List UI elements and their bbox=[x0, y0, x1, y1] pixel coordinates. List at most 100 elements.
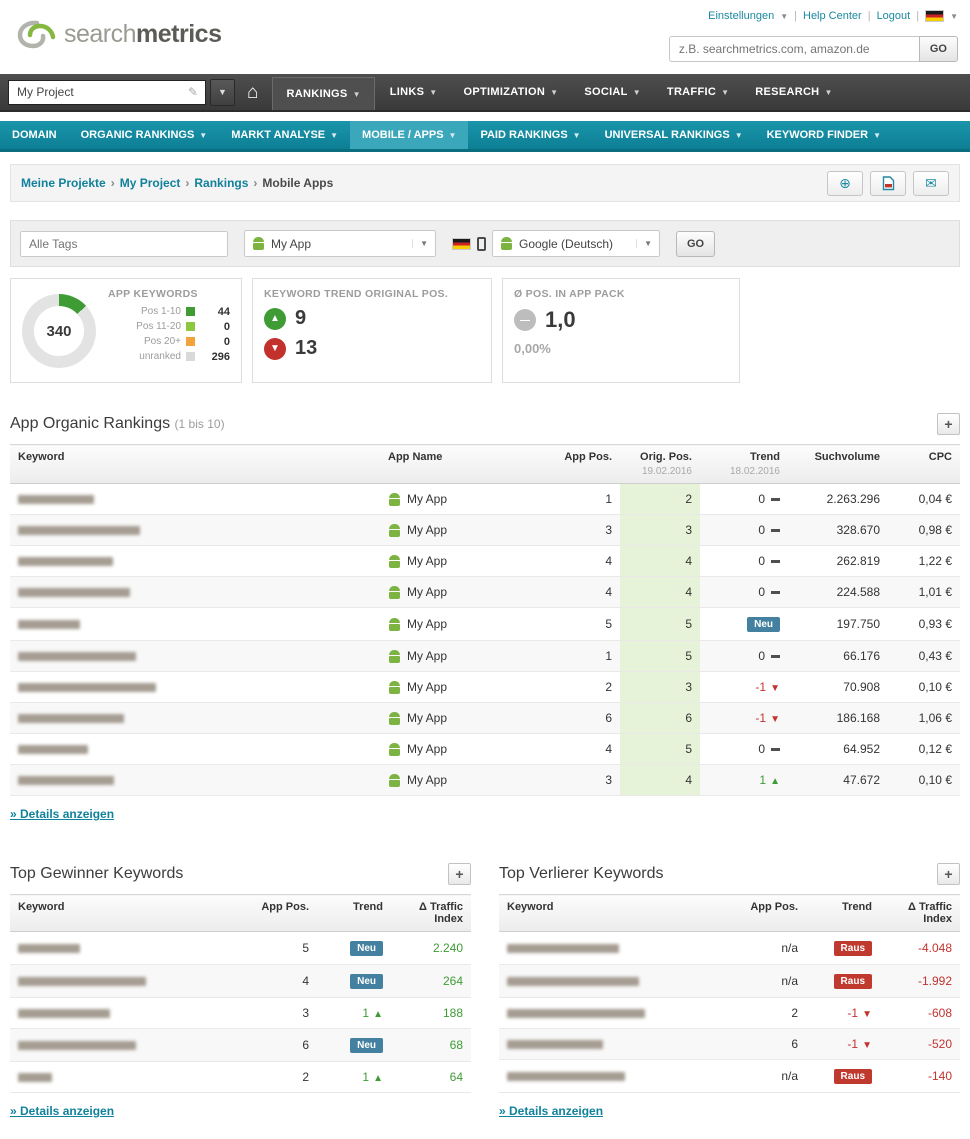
chevron-down-icon: ▼ bbox=[633, 88, 641, 97]
app-select[interactable]: My App ▼ bbox=[244, 230, 436, 257]
keyword-blurred bbox=[507, 1072, 625, 1081]
col-keyword[interactable]: Keyword bbox=[10, 445, 380, 484]
col-app-pos[interactable]: App Pos. bbox=[540, 445, 620, 484]
table-row[interactable]: My App 1 5 0 66.176 0,43 € bbox=[10, 641, 960, 672]
table-row[interactable]: My App 5 5 Neu 197.750 0,93 € bbox=[10, 608, 960, 641]
nav-optimization[interactable]: OPTIMIZATION▼ bbox=[451, 74, 572, 110]
table-row[interactable]: 6 -1▼ -520 bbox=[499, 1029, 960, 1060]
chevron-down-icon: ▼ bbox=[824, 88, 832, 97]
edit-pencil-icon[interactable]: ✎ bbox=[188, 85, 198, 99]
home-icon[interactable]: ⌂ bbox=[235, 83, 270, 102]
table-row[interactable]: My App 2 3 -1▼ 70.908 0,10 € bbox=[10, 672, 960, 703]
table-row[interactable]: My App 4 4 0 262.819 1,22 € bbox=[10, 546, 960, 577]
domain-search-go-button[interactable]: GO bbox=[919, 36, 958, 62]
domain-search-input[interactable] bbox=[669, 36, 919, 62]
subnav-domain[interactable]: DOMAIN bbox=[0, 121, 69, 149]
table-row[interactable]: My App 4 5 0 64.952 0,12 € bbox=[10, 734, 960, 765]
col-keyword[interactable]: Keyword bbox=[10, 895, 249, 932]
col-cpc[interactable]: CPC bbox=[888, 445, 960, 484]
settings-link[interactable]: Einstellungen bbox=[708, 10, 774, 22]
email-report-button[interactable]: ✉ bbox=[913, 171, 949, 196]
table-row[interactable]: n/a Raus -1.992 bbox=[499, 965, 960, 998]
subnav-keyword-finder[interactable]: KEYWORD FINDER▼ bbox=[755, 121, 893, 149]
language-flag-icon[interactable] bbox=[925, 10, 944, 22]
col-delta-traffic[interactable]: Δ Traffic Index bbox=[391, 895, 471, 932]
table-row[interactable]: n/a Raus -140 bbox=[499, 1060, 960, 1093]
breadcrumb-separator: › bbox=[111, 176, 115, 190]
add-widget-button[interactable]: + bbox=[937, 413, 960, 435]
filter-go-button[interactable]: GO bbox=[676, 231, 715, 257]
col-suchvolume[interactable]: Suchvolume bbox=[788, 445, 888, 484]
nav-links[interactable]: LINKS▼ bbox=[377, 74, 451, 110]
col-app-pos[interactable]: App Pos. bbox=[738, 895, 806, 932]
col-app-name[interactable]: App Name bbox=[380, 445, 540, 484]
col-trend[interactable]: Trend bbox=[806, 895, 880, 932]
subnav-universal-rankings[interactable]: UNIVERSAL RANKINGS▼ bbox=[593, 121, 755, 149]
nav-rankings[interactable]: RANKINGS▼ bbox=[272, 77, 374, 110]
search-engine-select[interactable]: Google (Deutsch) ▼ bbox=[492, 230, 660, 257]
breadcrumb-rankings[interactable]: Rankings bbox=[194, 176, 248, 190]
tags-filter-input[interactable] bbox=[20, 231, 228, 257]
table-row[interactable]: 6 Neu 68 bbox=[10, 1029, 471, 1062]
table-row[interactable]: n/a Raus -4.048 bbox=[499, 932, 960, 965]
keyword-blurred bbox=[18, 557, 113, 566]
table-row[interactable]: My App 1 2 0 2.263.296 0,04 € bbox=[10, 484, 960, 515]
col-delta-traffic[interactable]: Δ Traffic Index bbox=[880, 895, 960, 932]
keyword-blurred bbox=[18, 745, 88, 754]
table-row[interactable]: 4 Neu 264 bbox=[10, 965, 471, 998]
nav-research[interactable]: RESEARCH▼ bbox=[742, 74, 845, 110]
help-center-link[interactable]: Help Center bbox=[803, 10, 862, 22]
add-widget-button[interactable]: + bbox=[937, 863, 960, 885]
col-orig-pos[interactable]: Orig. Pos.19.02.2016 bbox=[620, 445, 700, 484]
subnav-paid-rankings[interactable]: PAID RANKINGS▼ bbox=[468, 121, 592, 149]
chevron-down-icon: ▼ bbox=[636, 239, 652, 248]
nav-social[interactable]: SOCIAL▼ bbox=[571, 74, 654, 110]
android-icon bbox=[388, 774, 401, 787]
project-input[interactable] bbox=[8, 80, 206, 105]
section-title: App Organic Rankings (1 bis 10) bbox=[10, 415, 225, 433]
details-link[interactable]: » Details anzeigen bbox=[10, 1104, 114, 1118]
table-row[interactable]: 5 Neu 2.240 bbox=[10, 932, 471, 965]
col-app-pos[interactable]: App Pos. bbox=[249, 895, 317, 932]
table-row[interactable]: My App 3 3 0 328.670 0,98 € bbox=[10, 515, 960, 546]
details-link[interactable]: » Details anzeigen bbox=[499, 1104, 603, 1118]
breadcrumb-meine-projekte[interactable]: Meine Projekte bbox=[21, 176, 106, 190]
breadcrumb-my-project[interactable]: My Project bbox=[120, 176, 181, 190]
android-icon bbox=[388, 743, 401, 756]
table-row[interactable]: My App 3 4 1▲ 47.672 0,10 € bbox=[10, 765, 960, 796]
breadcrumb: Meine Projekte›My Project›Rankings›Mobil… bbox=[21, 176, 333, 190]
col-trend[interactable]: Trend18.02.2016 bbox=[700, 445, 788, 484]
trend-down-icon: ▼ bbox=[770, 714, 780, 725]
add-chart-button[interactable]: ⊕ bbox=[827, 171, 863, 196]
subnav-markt-analyse[interactable]: MARKT ANALYSE▼ bbox=[219, 121, 350, 149]
keyword-blurred bbox=[18, 652, 136, 661]
trend-flat-icon bbox=[771, 498, 780, 501]
nav-traffic[interactable]: TRAFFIC▼ bbox=[654, 74, 742, 110]
searchmetrics-logo[interactable]: searchmetrics bbox=[16, 18, 222, 50]
col-keyword[interactable]: Keyword bbox=[499, 895, 738, 932]
trend-down-icon: ▼ bbox=[264, 338, 286, 360]
add-widget-button[interactable]: + bbox=[448, 863, 471, 885]
android-icon bbox=[388, 618, 401, 631]
pdf-export-button[interactable] bbox=[870, 171, 906, 196]
logout-link[interactable]: Logout bbox=[877, 10, 911, 22]
chevron-down-icon[interactable]: ▼ bbox=[950, 12, 958, 21]
sub-navigation: DOMAIN ORGANIC RANKINGS▼ MARKT ANALYSE▼ … bbox=[0, 121, 970, 152]
android-icon bbox=[388, 681, 401, 694]
project-dropdown-button[interactable]: ▼ bbox=[210, 79, 235, 106]
table-row[interactable]: 2 1▲ 64 bbox=[10, 1062, 471, 1093]
col-trend[interactable]: Trend bbox=[317, 895, 391, 932]
table-row[interactable]: 3 1▲ 188 bbox=[10, 998, 471, 1029]
android-icon bbox=[388, 586, 401, 599]
trend-flat-icon bbox=[771, 591, 780, 594]
subnav-mobile-apps[interactable]: MOBILE / APPS▼ bbox=[350, 121, 468, 149]
trend-flat-icon bbox=[771, 748, 780, 751]
table-row[interactable]: 2 -1▼ -608 bbox=[499, 998, 960, 1029]
subnav-organic-rankings[interactable]: ORGANIC RANKINGS▼ bbox=[69, 121, 220, 149]
android-icon bbox=[388, 712, 401, 725]
legend-row: Pos 11-20 0 bbox=[108, 319, 230, 334]
table-row[interactable]: My App 6 6 -1▼ 186.168 1,06 € bbox=[10, 703, 960, 734]
envelope-icon: ✉ bbox=[925, 175, 937, 192]
table-row[interactable]: My App 4 4 0 224.588 1,01 € bbox=[10, 577, 960, 608]
details-link[interactable]: » Details anzeigen bbox=[10, 807, 114, 821]
